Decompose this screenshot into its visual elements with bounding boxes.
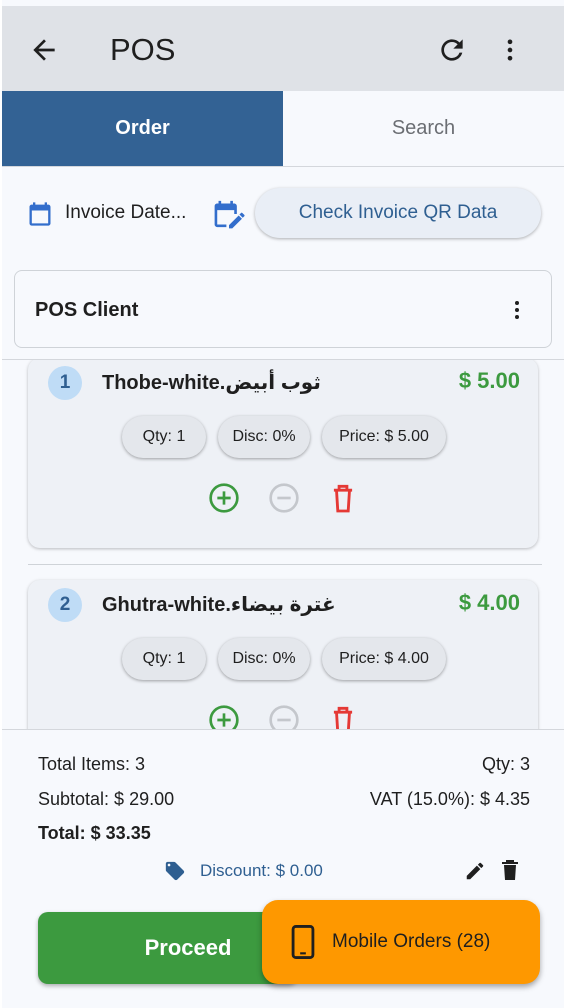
total-qty: Qty: 3: [481, 754, 530, 774]
mobile-orders-button[interactable]: Mobile Orders (28): [262, 900, 540, 984]
check-invoice-qr-button[interactable]: Check Invoice QR Data: [255, 188, 541, 238]
price-chip[interactable]: Price: $ 5.00: [322, 416, 446, 458]
item-index-badge: 1: [48, 366, 82, 400]
calendar-icon[interactable]: [26, 200, 54, 228]
item-total: $ 4.00: [458, 590, 520, 615]
order-item-card: 2 Ghutra-white.غترة بيضاء $ 4.00 Qty: 1 …: [28, 580, 538, 729]
proceed-button[interactable]: Proceed: [38, 912, 298, 984]
order-items-list[interactable]: 1 Thobe-white.ثوب أبيض $ 5.00 Qty: 1 Dis…: [2, 359, 564, 729]
app-bar: POS: [2, 6, 564, 91]
summary-row-subtotal: Subtotal: $ 29.00 VAT (15.0%): $ 4.35: [38, 789, 530, 810]
calendar-edit-icon[interactable]: [212, 198, 246, 230]
invoice-date-label[interactable]: Invoice Date...: [65, 202, 186, 224]
tab-search[interactable]: Search: [283, 91, 564, 166]
add-circle-icon[interactable]: [208, 482, 240, 514]
invoice-date-row: Invoice Date... Check Invoice QR Data: [2, 186, 564, 242]
order-summary: Total Items: 3 Qty: 3 Subtotal: $ 29.00 …: [2, 729, 564, 1008]
subtotal: Subtotal: $ 29.00: [38, 789, 175, 809]
delete-icon[interactable]: [330, 704, 356, 729]
grand-total: Total: $ 33.35: [38, 823, 151, 843]
discount-text: Discount: $ 0.00: [200, 861, 323, 880]
delete-icon[interactable]: [500, 858, 520, 882]
more-vert-icon[interactable]: [505, 297, 529, 323]
tab-order[interactable]: Order: [2, 91, 283, 166]
qty-chip[interactable]: Qty: 1: [122, 638, 206, 680]
client-name: POS Client: [35, 299, 139, 321]
remove-circle-icon[interactable]: [268, 704, 300, 729]
summary-row-items: Total Items: 3 Qty: 3: [38, 754, 530, 775]
item-name: Ghutra-white.غترة بيضاء: [102, 594, 336, 616]
item-index-badge: 2: [48, 588, 82, 622]
price-chip[interactable]: Price: $ 4.00: [322, 638, 446, 680]
vat: VAT (15.0%): $ 4.35: [369, 789, 530, 809]
refresh-icon[interactable]: [436, 34, 468, 66]
item-total: $ 5.00: [458, 368, 520, 393]
delete-icon[interactable]: [330, 482, 356, 514]
discount-link[interactable]: Discount: $ 0.00: [164, 858, 323, 884]
discount-chip[interactable]: Disc: 0%: [218, 638, 310, 680]
remove-circle-icon[interactable]: [268, 482, 300, 514]
edit-icon[interactable]: [464, 860, 486, 882]
order-item-card: 1 Thobe-white.ثوب أبيض $ 5.00 Qty: 1 Dis…: [28, 360, 538, 548]
page-title: POS: [110, 32, 176, 67]
item-divider: [28, 564, 542, 565]
smartphone-icon: [291, 925, 315, 959]
total-items: Total Items: 3: [38, 754, 146, 774]
client-card[interactable]: POS Client: [14, 270, 552, 348]
add-circle-icon[interactable]: [208, 704, 240, 729]
discount-chip[interactable]: Disc: 0%: [218, 416, 310, 458]
summary-row-total: Total: $ 33.35: [38, 823, 530, 844]
tag-icon: [165, 861, 185, 881]
item-name: Thobe-white.ثوب أبيض: [102, 372, 321, 394]
qty-chip[interactable]: Qty: 1: [122, 416, 206, 458]
arrow-back-icon[interactable]: [28, 34, 60, 66]
more-vert-icon[interactable]: [496, 34, 524, 66]
tab-bar: Order Search: [2, 91, 564, 167]
pos-screen: POS Order Search Invoice Date... Check I…: [2, 0, 564, 1008]
mobile-orders-label: Mobile Orders (28): [332, 931, 491, 952]
